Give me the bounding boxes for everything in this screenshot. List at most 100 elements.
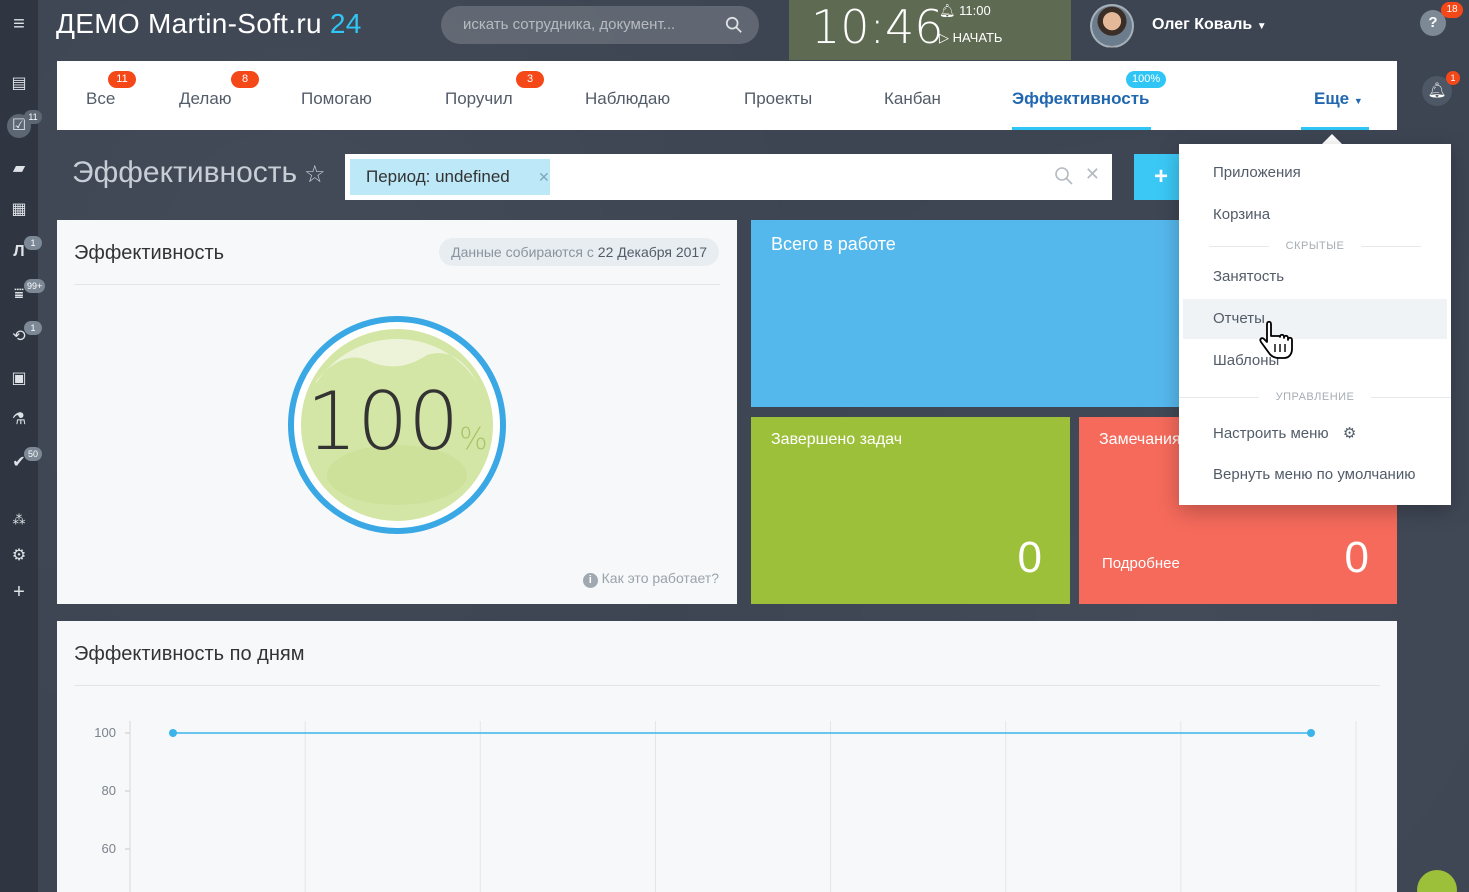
close-icon[interactable]: ✕ <box>538 159 550 195</box>
menu-item-configure-menu[interactable]: Настроить меню ⚙ <box>1213 424 1356 442</box>
data-point <box>1307 729 1315 737</box>
search-placeholder: искать сотрудника, документ... <box>463 16 676 33</box>
period-filter-chip[interactable]: Период: undefined ✕ <box>350 159 550 195</box>
efficiency-unit: % <box>459 422 488 457</box>
help-badge: 18 <box>1441 2 1463 18</box>
section-hidden-label: СКРЫТЫЕ <box>1285 240 1345 252</box>
hand-cursor-icon <box>1259 320 1293 359</box>
tab-watching[interactable]: Наблюдаю <box>585 89 670 109</box>
left-sidebar: ≡ ▤ ☑ 11 ▰ ▦ Л 1 ⩸ 99+ ⟲ 1 ▣ ⚗ ✔ 50 ⁂ ⚙ … <box>0 0 46 892</box>
tasks-badge: 11 <box>24 110 42 124</box>
search-icon[interactable] <box>1054 166 1074 186</box>
how-it-works-text: Как это работает? <box>601 570 719 586</box>
filter-badge: 99+ <box>24 279 46 293</box>
completed-tasks-title: Завершено задач <box>771 431 903 448</box>
remarks-title: Замечания <box>1099 431 1181 448</box>
tab-assigned[interactable]: Поручил <box>445 89 513 109</box>
play-icon: ▷ <box>939 30 949 45</box>
start-workday-button[interactable]: ▷ НАЧАТЬ <box>939 30 1002 46</box>
efficiency-number: 100 <box>306 375 460 468</box>
clear-filter-icon[interactable]: ✕ <box>1085 164 1100 185</box>
tab-projects[interactable]: Проекты <box>744 89 812 109</box>
gear-icon: ⚙ <box>1342 425 1357 442</box>
tab-efficiency-badge: 100% <box>1126 71 1167 88</box>
bell-badge: 1 <box>1446 71 1460 85</box>
active-tab-underline <box>1012 127 1151 130</box>
alarm-time-text: 11:00 <box>959 3 991 18</box>
settings-gear-icon[interactable]: ⚙ <box>7 544 31 568</box>
contacts-icon[interactable]: ▣ <box>7 367 31 391</box>
crm-badge: 1 <box>24 236 42 250</box>
data-since-date: 22 Декабря 2017 <box>597 244 707 260</box>
daily-efficiency-chart: 100 80 60 <box>94 721 1357 892</box>
menu-item-applications[interactable]: Приложения <box>1213 164 1301 181</box>
chevron-down-icon: ▼ <box>1353 96 1363 106</box>
tab-efficiency[interactable]: Эффективность <box>1012 89 1149 109</box>
efficiency-value: 100% <box>287 375 507 468</box>
search-icon[interactable] <box>725 16 743 34</box>
feed-icon[interactable]: ▤ <box>7 72 31 96</box>
efficiency-gauge: 100% <box>287 315 507 535</box>
menu-item-reports[interactable]: Отчеты <box>1183 299 1447 339</box>
time-panel[interactable]: 10:46 🔔︎ 11:00 ▷ НАЧАТЬ <box>789 0 1071 60</box>
tab-kanban[interactable]: Канбан <box>884 89 941 109</box>
y-tick-label: 60 <box>102 841 116 856</box>
tab-helping[interactable]: Помогаю <box>301 89 372 109</box>
info-icon: i <box>582 573 598 588</box>
chevron-down-icon: ▼ <box>1256 21 1267 32</box>
y-tick-label: 100 <box>94 725 116 740</box>
check-badge: 50 <box>24 447 42 461</box>
y-tick-label: 80 <box>102 783 116 798</box>
top-header: ДЕМО Martin-Soft.ru 24 искать сотрудника… <box>38 0 1469 60</box>
data-since-badge: Данные собираются с 22 Декабря 2017 <box>439 238 719 266</box>
more-tab-underline <box>1301 127 1369 130</box>
how-it-works-link[interactable]: i Как это работает? <box>582 570 719 588</box>
data-point <box>169 729 177 737</box>
tab-all-badge: 11 <box>108 71 136 88</box>
period-filter-label: Период: undefined <box>366 167 510 186</box>
add-icon[interactable]: + <box>7 580 31 604</box>
menu-item-reset-menu[interactable]: Вернуть меню по умолчанию <box>1213 466 1415 483</box>
menu-icon[interactable]: ≡ <box>7 12 31 36</box>
user-name-text: Олег Коваль <box>1152 16 1253 33</box>
alarm-icon: 🔔︎ <box>939 3 956 18</box>
dropdown-arrow <box>1322 134 1342 144</box>
divider <box>74 284 720 285</box>
section-manage-label: УПРАВЛЕНИЕ <box>1275 391 1355 403</box>
chat-icon[interactable]: ▰ <box>7 157 31 181</box>
total-in-work-title: Всего в работе <box>771 234 896 254</box>
star-icon[interactable]: ☆ <box>304 160 326 189</box>
global-search-input[interactable]: искать сотрудника, документ... <box>441 6 759 44</box>
task-tabs: Все 11 Делаю 8 Помогаю Поручил 3 Наблюда… <box>57 61 1397 130</box>
user-name: Олег Коваль ▼ <box>1152 16 1267 34</box>
avatar <box>1090 4 1134 48</box>
more-dropdown-menu: Приложения Корзина СКРЫТЫЕ Занятость Отч… <box>1179 144 1451 505</box>
menu-item-trash[interactable]: Корзина <box>1213 206 1270 223</box>
data-since-prefix: Данные собираются с <box>451 244 594 260</box>
remarks-count: 0 <box>1344 533 1369 582</box>
tab-doing[interactable]: Делаю <box>179 89 232 109</box>
tab-more-label: Еще <box>1314 89 1350 108</box>
remarks-more-link[interactable]: Подробнее <box>1102 555 1180 572</box>
efficiency-card-title: Эффективность <box>74 242 225 264</box>
completed-tasks-count: 0 <box>1017 533 1042 582</box>
calendar-icon[interactable]: ▦ <box>7 198 31 222</box>
configure-menu-label: Настроить меню <box>1213 425 1329 442</box>
daily-efficiency-card: Эффективность по дням 100 80 60 <box>57 621 1397 892</box>
logo-text: ДЕМО Martin-Soft.ru <box>56 8 322 39</box>
tab-more[interactable]: Еще ▼ <box>1314 89 1363 109</box>
filter-search-bar[interactable]: Период: undefined ✕ ✕ <box>345 154 1112 200</box>
menu-item-employment[interactable]: Занятость <box>1213 268 1284 285</box>
portal-logo[interactable]: ДЕМО Martin-Soft.ru 24 <box>56 8 362 40</box>
page-title: Эффективность <box>72 156 298 189</box>
start-label: НАЧАТЬ <box>952 30 1003 45</box>
tab-doing-badge: 8 <box>231 71 259 88</box>
sitemap-icon[interactable]: ⁂ <box>7 508 31 532</box>
tab-assigned-badge: 3 <box>516 71 544 88</box>
completed-tasks-tile[interactable]: Завершено задач 0 <box>751 417 1070 604</box>
efficiency-card: Эффективность Данные собираются с 22 Дек… <box>57 220 737 604</box>
flask-icon[interactable]: ⚗ <box>7 408 31 432</box>
tab-all[interactable]: Все <box>86 89 115 109</box>
sync-badge: 1 <box>24 321 42 335</box>
logo-number: 24 <box>329 8 362 39</box>
